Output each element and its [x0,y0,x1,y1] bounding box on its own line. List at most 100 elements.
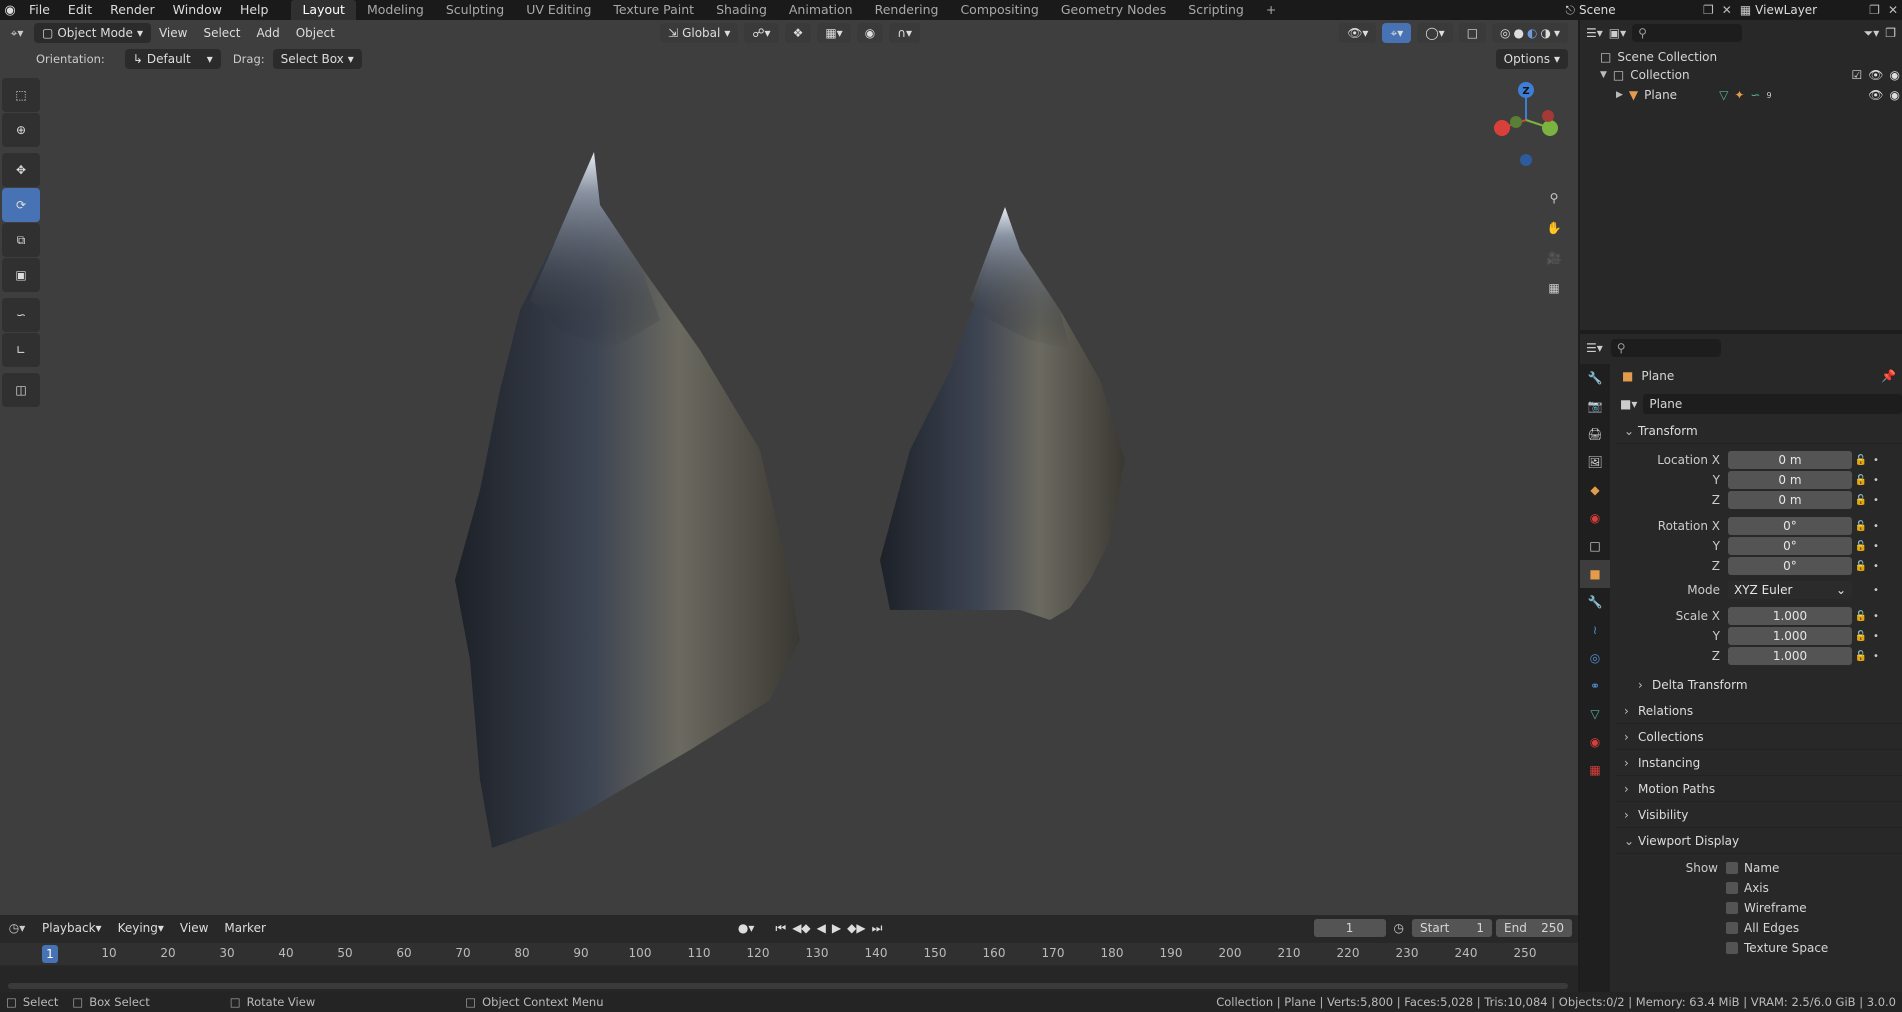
filter-icon[interactable]: ⏷▾ [1864,26,1880,41]
viewport-display-section-header[interactable]: ⌄ Viewport Display [1616,828,1902,854]
y-axis-icon[interactable] [1542,120,1558,136]
tab-geometry-nodes[interactable]: Geometry Nodes [1050,0,1177,20]
texture-space-checkbox[interactable] [1726,942,1738,954]
keyframe-dot-icon[interactable]: • [1870,585,1882,596]
editor-type-icon[interactable]: ◷▾ [0,921,34,935]
object-tab-icon[interactable]: ■ [1580,560,1610,588]
lock-icon[interactable]: 🔓 [1852,611,1870,622]
modifier-icon[interactable]: ∽ [1750,88,1760,102]
scale-y-field[interactable]: 1.000 [1728,627,1852,645]
object-name-field[interactable]: Plane [1643,394,1902,414]
add-workspace-button[interactable]: + [1255,0,1287,20]
timeline-scrollbar[interactable] [8,983,1568,989]
timeline-view-menu[interactable]: View [172,918,216,938]
keyframe-dot-icon[interactable]: • [1870,475,1882,486]
scene-render[interactable] [0,20,1578,915]
lock-icon[interactable]: 🔓 [1852,631,1870,642]
outliner-search[interactable]: ⚲ [1632,24,1743,42]
collection-tab-icon[interactable]: □ [1580,532,1610,560]
physics-tab-icon[interactable]: ◎ [1580,644,1610,672]
pin-icon[interactable]: 📌 [1881,369,1896,383]
camera-icon[interactable]: ◉ [1890,88,1900,102]
keyframe-dot-icon[interactable]: • [1870,495,1882,506]
constraints-tab-icon[interactable]: ⚭ [1580,672,1610,700]
perspective-grid-icon[interactable]: ▦ [1540,274,1568,302]
wireframe-checkbox[interactable] [1726,902,1738,914]
keyframe-dot-icon[interactable]: • [1870,455,1882,466]
tab-sculpting[interactable]: Sculpting [435,0,515,20]
scene-icon[interactable]: ⎋ [1562,3,1580,18]
menu-file[interactable]: File [20,0,59,20]
name-checkbox[interactable] [1726,862,1738,874]
lock-icon[interactable]: 🔓 [1852,521,1870,532]
scene-tab-icon[interactable]: ◆ [1580,476,1610,504]
blender-logo-icon[interactable]: ◉ [0,3,20,18]
copy-view-layer-icon[interactable]: ❐ [1865,3,1884,17]
texture-tab-icon[interactable]: ▦ [1580,756,1610,784]
neg-x-axis-icon[interactable] [1542,110,1554,122]
keyframe-dot-icon[interactable]: • [1870,521,1882,532]
rotation-z-field[interactable]: 0° [1728,557,1852,575]
material-tab-icon[interactable]: ◉ [1580,728,1610,756]
tab-modeling[interactable]: Modeling [356,0,435,20]
playhead[interactable]: 1 [42,945,58,963]
collections-section-header[interactable]: › Collections [1616,724,1902,750]
pan-hand-icon[interactable]: ✋ [1540,214,1568,242]
transform-section-header[interactable]: ⌄ Transform [1616,418,1902,444]
scale-x-field[interactable]: 1.000 [1728,607,1852,625]
axis-checkbox[interactable] [1726,882,1738,894]
preview-range-icon[interactable]: ◷ [1386,921,1412,935]
view-layer-name[interactable]: ViewLayer [1755,3,1865,17]
data-tab-icon[interactable]: ▽ [1580,700,1610,728]
tab-scripting[interactable]: Scripting [1177,0,1255,20]
lock-icon[interactable]: 🔓 [1852,495,1870,506]
scene-name[interactable]: Scene [1579,3,1699,17]
timeline[interactable]: ◷▾ Playback▾ Keying▾ View Marker ●▾ ⏮ ◀◆… [0,915,1578,992]
right-mesh-object[interactable] [880,207,1125,620]
play-reverse-icon[interactable]: ◀ [814,921,829,935]
play-icon[interactable]: ▶ [829,921,844,935]
keyframe-dot-icon[interactable]: • [1870,611,1882,622]
close-scene-icon[interactable]: ✕ [1718,3,1736,17]
lock-icon[interactable]: 🔓 [1852,475,1870,486]
delta-transform-header[interactable]: › Delta Transform [1616,672,1902,698]
playback-menu[interactable]: Playback▾ [34,918,110,938]
eye-icon[interactable]: 👁 [1868,68,1883,82]
display-mode-icon[interactable]: ▣▾ [1609,26,1626,40]
tab-layout[interactable]: Layout [291,0,356,20]
zoom-icon[interactable]: ⚲ [1540,184,1568,212]
location-x-field[interactable]: 0 m [1728,451,1852,469]
lock-icon[interactable]: 🔓 [1852,455,1870,466]
view-layer-icon[interactable]: ▦ [1736,3,1755,17]
tab-compositing[interactable]: Compositing [949,0,1049,20]
outliner-row-scene-collection[interactable]: □ Scene Collection [1600,48,1717,66]
all-edges-checkbox[interactable] [1726,922,1738,934]
camera-icon[interactable]: ◉ [1890,68,1900,82]
prev-keyframe-icon[interactable]: ◀◆ [789,921,813,935]
view-layer-tab-icon[interactable]: 🖼 [1580,448,1610,476]
particles-tab-icon[interactable]: ≀ [1580,616,1610,644]
visibility-section-header[interactable]: › Visibility [1616,802,1902,828]
rotation-x-field[interactable]: 0° [1728,517,1852,535]
end-frame-field[interactable]: End 250 [1496,919,1572,937]
checkbox-icon[interactable]: ☑ [1852,68,1863,82]
current-frame-field[interactable]: 1 [1313,919,1386,937]
armature-icon[interactable]: ✦ [1734,88,1744,102]
marker-menu[interactable]: Marker [216,918,273,938]
tab-texture-paint[interactable]: Texture Paint [602,0,705,20]
keyframe-dot-icon[interactable]: • [1870,631,1882,642]
output-tab-icon[interactable]: 🖨 [1580,420,1610,448]
lock-icon[interactable]: 🔓 [1852,651,1870,662]
next-keyframe-icon[interactable]: ◆▶ [844,921,868,935]
navigation-gizmo[interactable]: Z [1488,80,1558,180]
editor-type-icon[interactable]: ☰▾ [1586,341,1603,355]
rotation-mode-dropdown[interactable]: XYZ Euler ⌄ [1728,581,1852,599]
render-tab-icon[interactable]: 📷 [1580,392,1610,420]
properties-search[interactable]: ⚲ [1610,339,1721,357]
keying-menu[interactable]: Keying▾ [110,918,172,938]
tab-shading[interactable]: Shading [705,0,778,20]
modifier-tab-icon[interactable]: 🔧 [1580,588,1610,616]
object-browse-icon[interactable]: ■▾ [1620,397,1637,411]
disclosure-right-icon[interactable]: ▶ [1616,90,1623,100]
outliner-row-plane[interactable]: ▶ ▼ Plane ▽ ✦ ∽ 9 👁 ◉ [1616,86,1902,104]
